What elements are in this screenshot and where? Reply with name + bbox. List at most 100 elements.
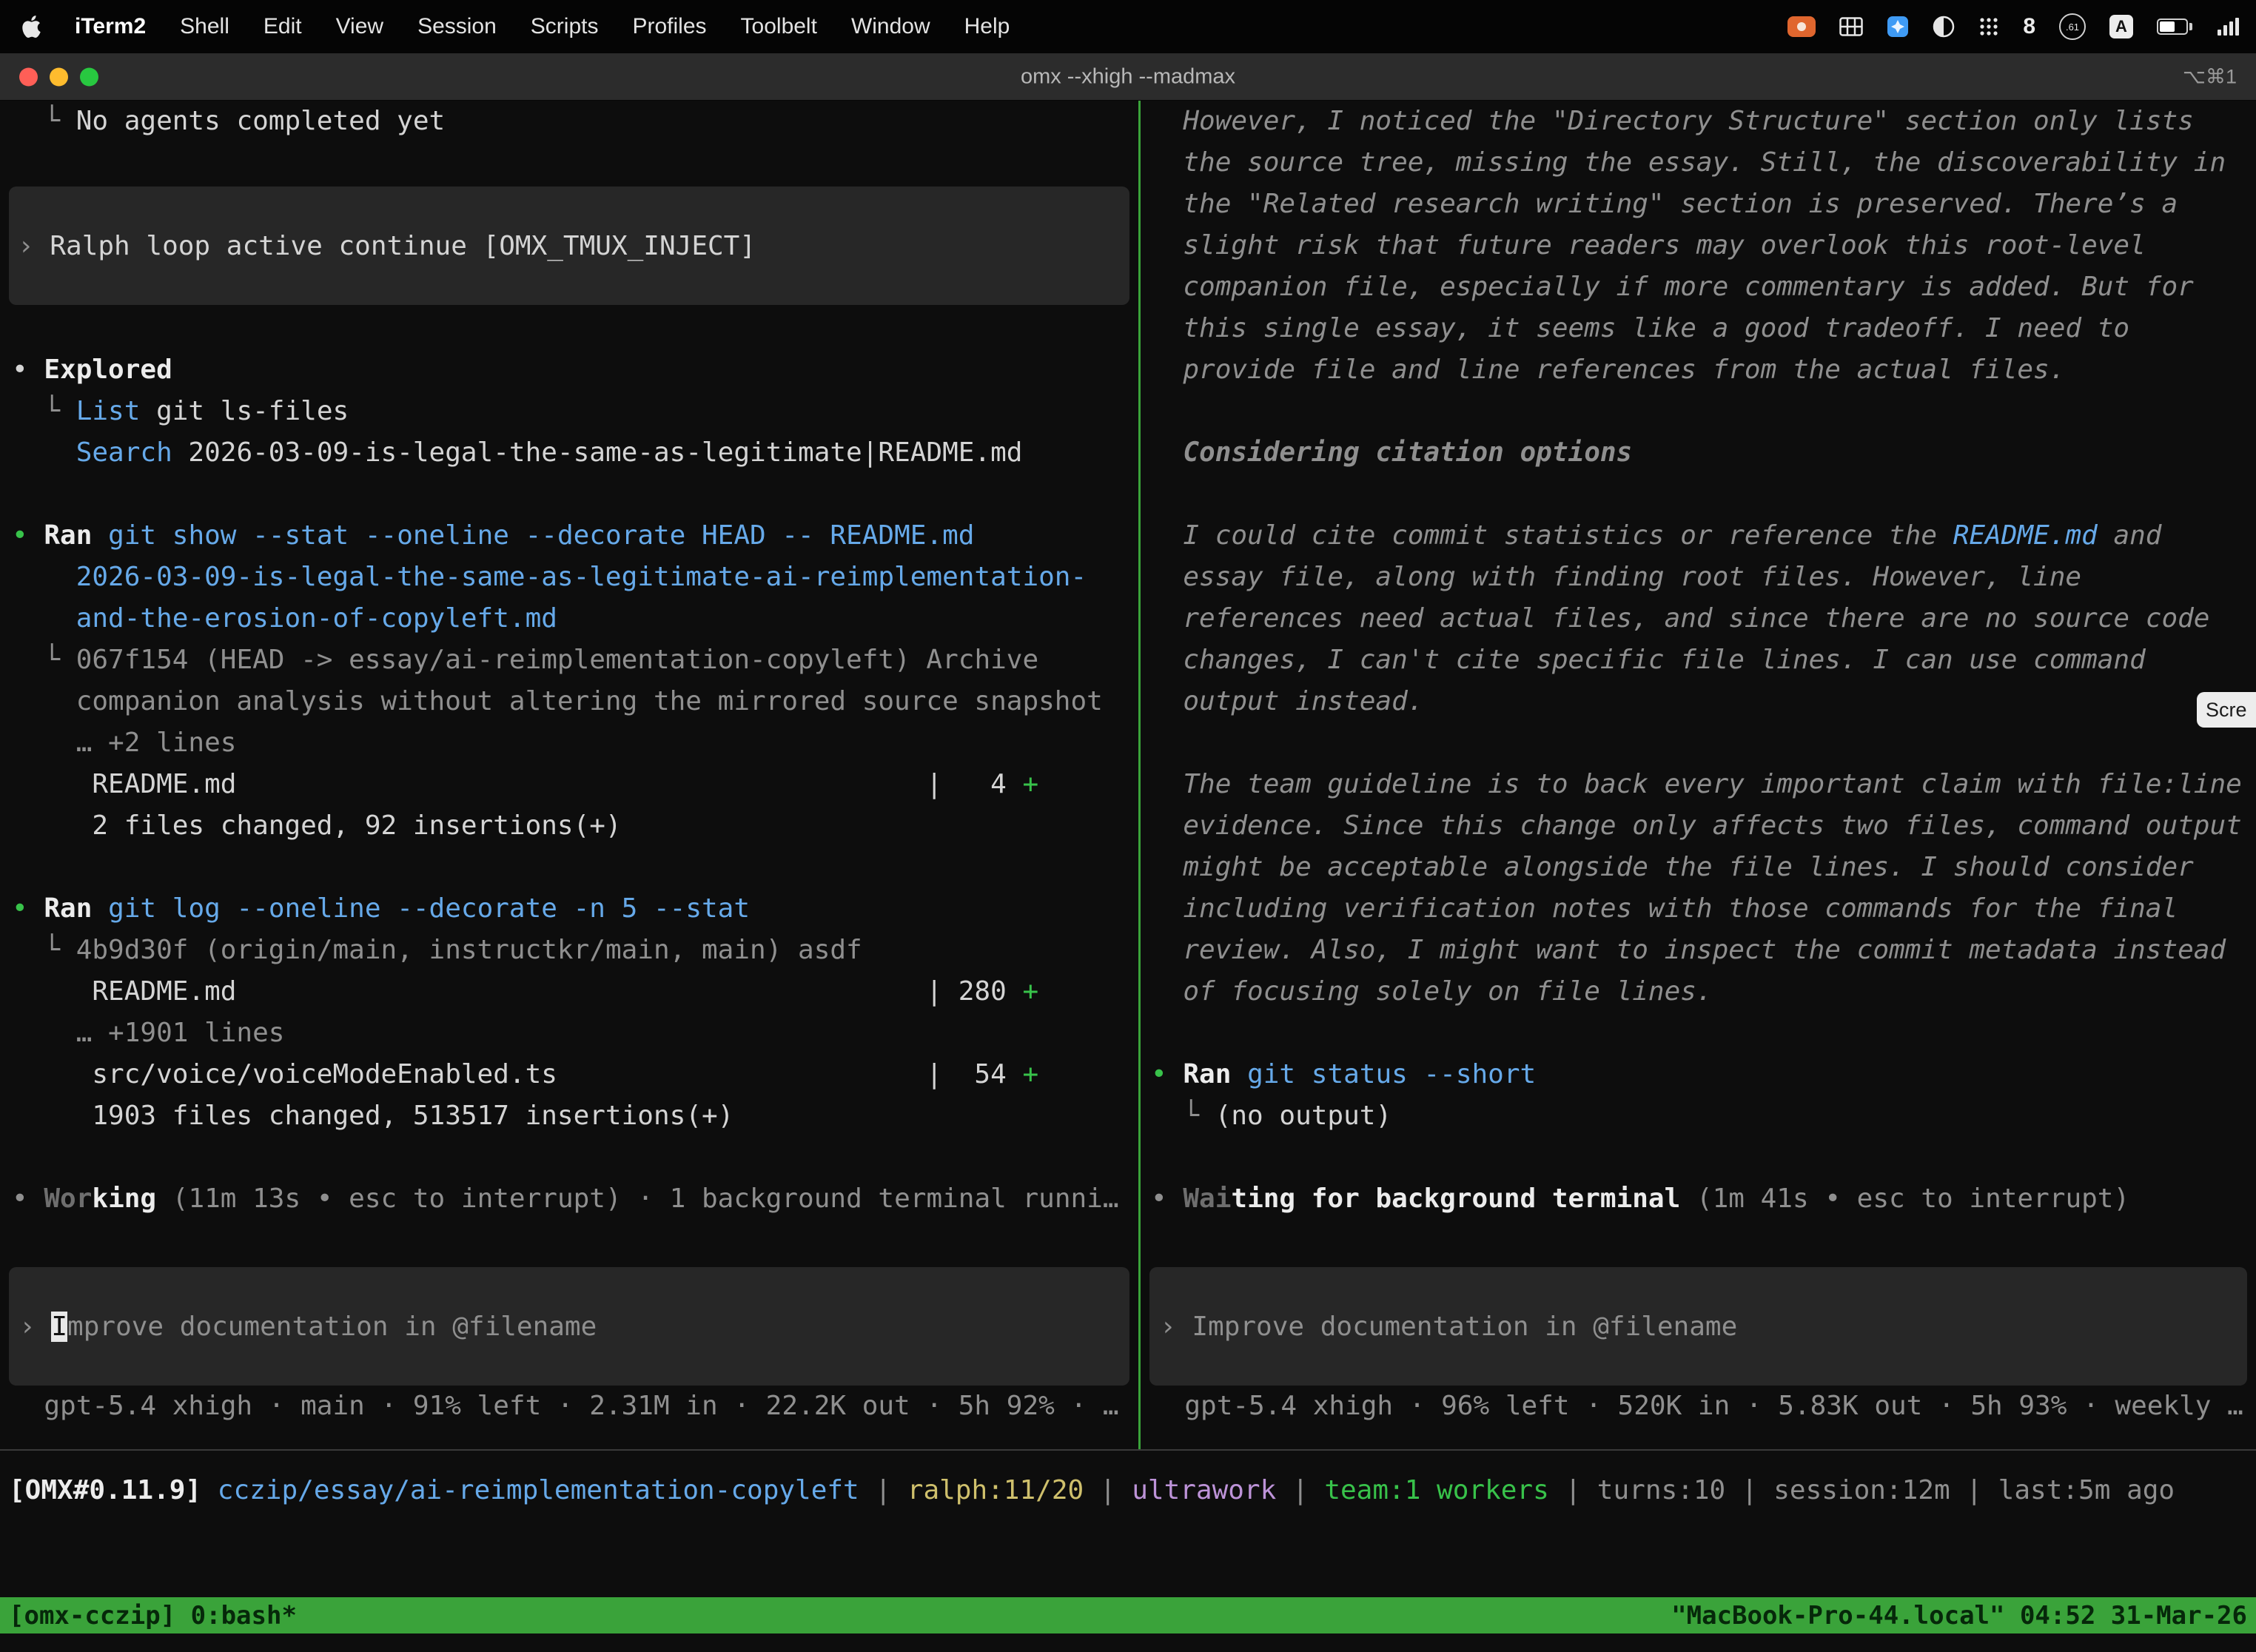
menu-bar-menus: iTerm2 Shell Edit View Session Scripts Profile…	[22, 14, 1010, 39]
terminal-line	[0, 474, 1138, 515]
model-status-left: gpt-5.4 xhigh · main · 91% left · 2.31M …	[0, 1386, 1138, 1427]
terminal-line: this single essay, it seems like a good …	[1141, 308, 2256, 349]
minimize-window-button[interactable]	[50, 67, 68, 86]
menu-item-profiles[interactable]: Profiles	[632, 14, 706, 39]
terminal-line: the source tree, missing the essay. Stil…	[1141, 142, 2256, 184]
grid-table-icon[interactable]	[1839, 10, 1863, 43]
terminal-line: 2026-03-09-is-legal-the-same-as-legitima…	[0, 557, 1138, 598]
terminal-line: └ 067f154 (HEAD -> essay/ai-reimplementa…	[0, 639, 1138, 681]
terminal-line	[0, 1137, 1138, 1178]
terminal-pane-left[interactable]: └ No agents completed yet› Ralph loop ac…	[0, 101, 1138, 1449]
terminal-line: essay file, along with finding root file…	[1141, 557, 2256, 598]
menu-item-edit[interactable]: Edit	[263, 14, 302, 39]
terminal-line: companion analysis without altering the …	[0, 681, 1138, 722]
dots-grid-icon[interactable]	[1978, 10, 1999, 43]
prompt-input-right[interactable]: › Improve documentation in @filename	[1149, 1267, 2247, 1386]
battery-percent-label: .61	[2066, 21, 2079, 33]
terminal-line: 2 files changed, 92 insertions(+)	[0, 805, 1138, 847]
terminal-line: I could cite commit statistics or refere…	[1141, 515, 2256, 557]
tmux-session-label: [omx-cczip] 0:bash*	[9, 1601, 297, 1631]
menu-item-session[interactable]: Session	[417, 14, 497, 39]
close-window-button[interactable]	[19, 67, 38, 86]
terminal-line: of focusing solely on file lines.	[1141, 971, 2256, 1013]
traffic-lights	[19, 67, 98, 86]
pane-right-lines: However, I noticed the "Directory Struct…	[1141, 101, 2256, 1220]
battery-icon[interactable]	[2157, 10, 2192, 43]
model-status-right: gpt-5.4 xhigh · 96% left · 520K in · 5.8…	[1141, 1386, 2256, 1427]
apple-menu-icon[interactable]	[22, 16, 41, 38]
window-title: omx --xhigh --madmax	[1021, 64, 1235, 89]
battery-percent-icon[interactable]: .61	[2059, 13, 2086, 40]
window-shortcut-badge: ⌥⌘1	[2183, 65, 2237, 88]
pane-left-lines: └ No agents completed yet› Ralph loop ac…	[0, 101, 1138, 1220]
terminal-line: companion file, especially if more comme…	[1141, 266, 2256, 308]
terminal-line: references need actual files, and since …	[1141, 598, 2256, 639]
terminal-line: and-the-erosion-of-copyleft.md	[0, 598, 1138, 639]
recording-dot-icon	[1797, 22, 1806, 31]
terminal-line: changes, I can't cite specific file line…	[1141, 639, 2256, 681]
terminal-line	[0, 308, 1138, 349]
menu-bar: iTerm2 Shell Edit View Session Scripts Profile…	[0, 0, 2256, 53]
status-separator	[0, 1449, 2256, 1451]
terminal-line: Considering citation options	[1141, 432, 2256, 474]
terminal-line: └ List git ls-files	[0, 391, 1138, 432]
menu-bar-status-icons: 8 .61 A	[1787, 10, 2240, 43]
screen: iTerm2 Shell Edit View Session Scripts Profile…	[0, 0, 2256, 1652]
terminal-line	[1141, 1013, 2256, 1054]
terminal-line: • Ran git log --oneline --decorate -n 5 …	[0, 888, 1138, 930]
terminal-line: Search 2026-03-09-is-legal-the-same-as-l…	[0, 432, 1138, 474]
screen-edge-tab[interactable]: Scre	[2197, 692, 2256, 728]
terminal-line: 1903 files changed, 513517 insertions(+)	[0, 1095, 1138, 1137]
terminal-line: src/voice/voiceModeEnabled.ts | 54 +	[0, 1054, 1138, 1095]
terminal-line: • Ran git show --stat --oneline --decora…	[0, 515, 1138, 557]
terminal-line: review. Also, I might want to inspect th…	[1141, 930, 2256, 971]
terminal-line: evidence. Since this change only affects…	[1141, 805, 2256, 847]
figure-eight-app-icon[interactable]: 8	[2023, 10, 2035, 43]
terminal-line: • Working (11m 13s • esc to interrupt) ·…	[0, 1178, 1138, 1220]
terminal-line: • Explored	[0, 349, 1138, 391]
tmux-status-bar: [omx-cczip] 0:bash* "MacBook-Pro-44.loca…	[0, 1597, 2256, 1633]
terminal-line	[1141, 391, 2256, 432]
menu-item-shell[interactable]: Shell	[180, 14, 229, 39]
menu-item-help[interactable]: Help	[964, 14, 1010, 39]
terminal-line: • Ran git status --short	[1141, 1054, 2256, 1095]
terminal-line	[1141, 474, 2256, 515]
terminal-line: However, I noticed the "Directory Struct…	[1141, 101, 2256, 142]
terminal-line: output instead.	[1141, 681, 2256, 722]
zoom-window-button[interactable]	[80, 67, 98, 86]
terminal-line: README.md | 280 +	[0, 971, 1138, 1013]
menu-item-list: iTerm2 Shell Edit View Session Scripts Profile…	[75, 14, 1010, 39]
terminal-line: The team guideline is to back every impo…	[1141, 764, 2256, 805]
terminal-line: └ 4b9d30f (origin/main, instructkr/main,…	[0, 930, 1138, 971]
terminal-line: └ (no output)	[1141, 1095, 2256, 1137]
prompt-input-left[interactable]: › Improve documentation in @filename	[9, 1267, 1129, 1386]
signal-icon[interactable]	[2216, 10, 2240, 43]
window-title-bar: omx --xhigh --madmax ⌥⌘1	[0, 53, 2256, 101]
terminal-line	[1141, 1137, 2256, 1178]
terminal-line	[1141, 722, 2256, 764]
terminal: └ No agents completed yet› Ralph loop ac…	[0, 101, 2256, 1652]
half-circle-app-icon[interactable]	[1933, 10, 1955, 43]
menu-item-scripts[interactable]: Scripts	[531, 14, 599, 39]
menu-item-iterm2[interactable]: iTerm2	[75, 14, 146, 39]
terminal-line: slight risk that future readers may over…	[1141, 225, 2256, 266]
terminal-line: might be acceptable alongside the file l…	[1141, 847, 2256, 888]
terminal-line: the "Related research writing" section i…	[1141, 184, 2256, 225]
terminal-line: provide file and line references from th…	[1141, 349, 2256, 391]
terminal-pane-right[interactable]: However, I noticed the "Directory Struct…	[1141, 101, 2256, 1449]
menu-item-view[interactable]: View	[336, 14, 383, 39]
battery-body	[2157, 19, 2188, 35]
terminal-line: • Waiting for background terminal (1m 41…	[1141, 1178, 2256, 1220]
battery-cap	[2189, 23, 2192, 30]
menu-item-window[interactable]: Window	[851, 14, 930, 39]
input-source-label: A	[2115, 17, 2127, 36]
screen-recording-icon[interactable]	[1787, 16, 1816, 37]
blue-app-icon[interactable]	[1887, 10, 1909, 43]
terminal-line: └ No agents completed yet	[0, 101, 1138, 142]
input-source-icon[interactable]: A	[2109, 15, 2133, 38]
terminal-line: README.md | 4 +	[0, 764, 1138, 805]
menu-item-toolbelt[interactable]: Toolbelt	[741, 14, 817, 39]
tmux-host-time-label: "MacBook-Pro-44.local" 04:52 31-Mar-26	[1671, 1601, 2247, 1631]
battery-fill	[2160, 21, 2175, 32]
terminal-line	[0, 142, 1138, 184]
